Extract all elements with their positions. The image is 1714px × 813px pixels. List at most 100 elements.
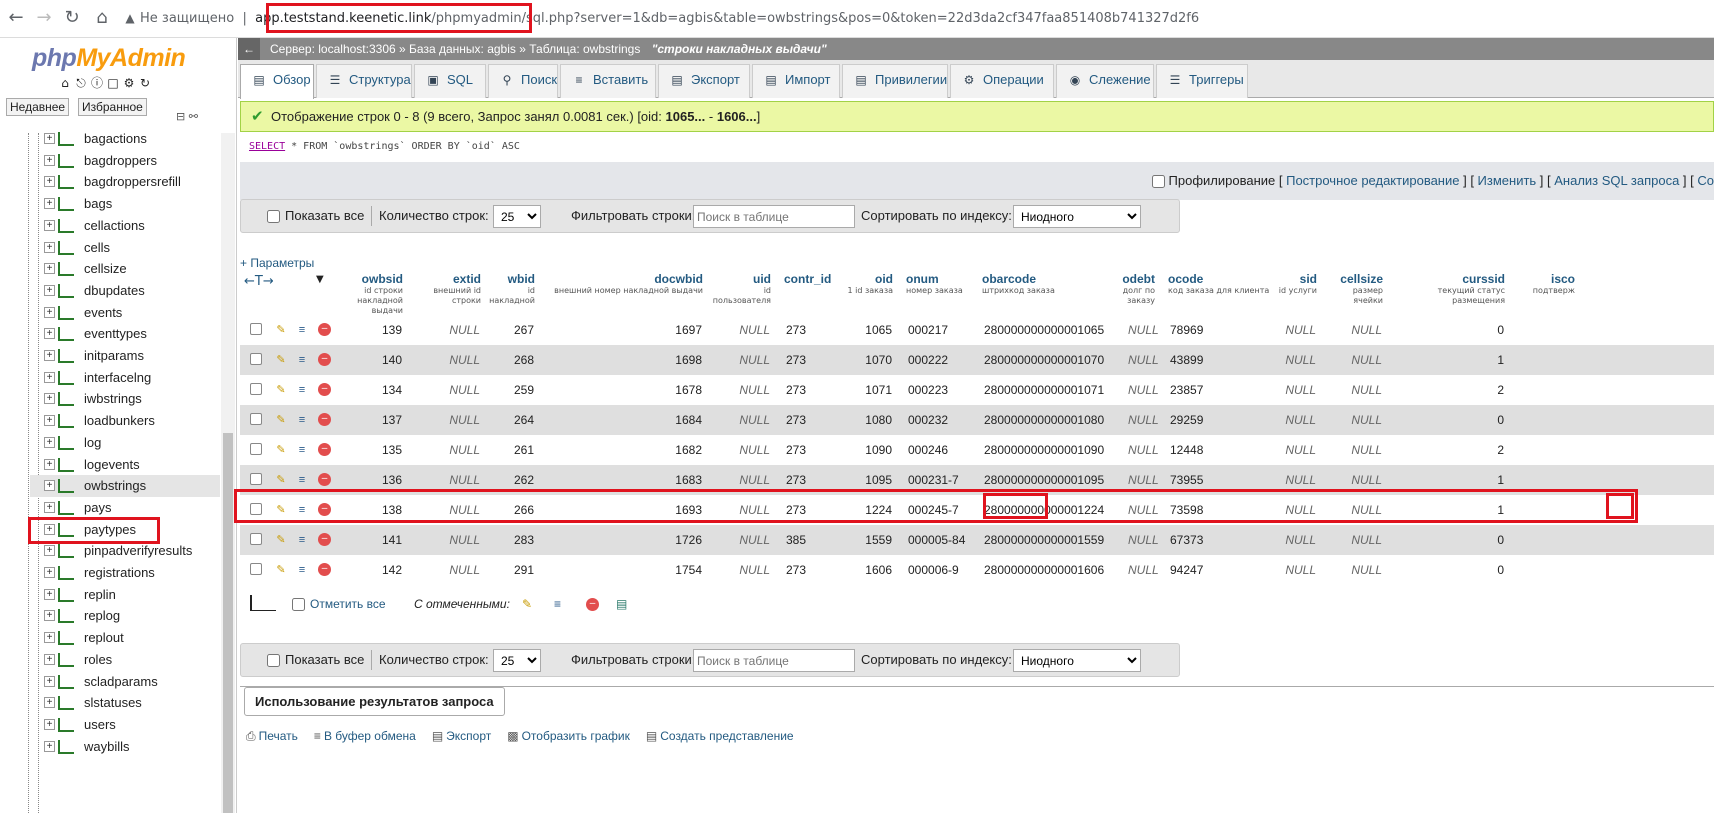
cell-docwbid[interactable]: 1697 bbox=[542, 315, 710, 345]
cell-oid[interactable]: 1070 bbox=[838, 345, 900, 375]
cell-odebt[interactable]: NULL bbox=[1120, 345, 1162, 375]
tree-item-logevents[interactable]: + logevents bbox=[30, 454, 220, 476]
cell-owbsid[interactable]: 138 bbox=[334, 495, 410, 525]
cell-ocode[interactable]: 23857 bbox=[1162, 375, 1274, 405]
collapse-nav-icon[interactable]: ← bbox=[238, 38, 260, 60]
row-checkbox[interactable] bbox=[250, 383, 262, 395]
analyze-link[interactable]: Анализ SQL запроса bbox=[1554, 173, 1679, 188]
cell-extid[interactable]: NULL bbox=[410, 555, 488, 585]
column-name[interactable]: wbid bbox=[508, 272, 535, 286]
tab-10[interactable]: ☰ Триггеры bbox=[1156, 64, 1248, 98]
check-all-label[interactable]: Отметить все bbox=[310, 597, 386, 611]
cell-onum[interactable]: 000006-9 bbox=[900, 555, 976, 585]
cell-docwbid[interactable]: 1683 bbox=[542, 465, 710, 495]
expand-icon[interactable]: + bbox=[44, 740, 55, 752]
expand-icon[interactable]: + bbox=[44, 632, 55, 644]
operation-3[interactable]: ▩ Отобразить график bbox=[507, 729, 638, 743]
cell-wbid[interactable]: 264 bbox=[488, 405, 542, 435]
operation-2[interactable]: ▤ Экспорт bbox=[432, 729, 499, 743]
operation-4[interactable]: ▤ Создать представление bbox=[646, 729, 802, 743]
export-icon[interactable]: ▤ bbox=[616, 597, 627, 611]
tree-item-dbupdates[interactable]: + dbupdates bbox=[30, 280, 220, 302]
recent-tab[interactable]: Недавнее bbox=[6, 98, 70, 116]
cell-wbid[interactable]: 262 bbox=[488, 465, 542, 495]
edit-icon[interactable]: ✎ bbox=[274, 353, 288, 367]
tab-0[interactable]: ▤ Обзор bbox=[240, 64, 314, 99]
cell-odebt[interactable]: NULL bbox=[1120, 405, 1162, 435]
tree-item-registrations[interactable]: + registrations bbox=[30, 562, 220, 584]
cell-cellsize[interactable]: NULL bbox=[1324, 435, 1390, 465]
cell-extid[interactable]: NULL bbox=[410, 315, 488, 345]
tree-item-initparams[interactable]: + initparams bbox=[30, 345, 220, 367]
cell-wbid[interactable]: 261 bbox=[488, 435, 542, 465]
reload-icon[interactable]: ↻ bbox=[60, 6, 84, 30]
cell-odebt[interactable]: NULL bbox=[1120, 495, 1162, 525]
column-name[interactable]: extid bbox=[453, 272, 481, 286]
cell-cellsize[interactable]: NULL bbox=[1324, 315, 1390, 345]
cell-docwbid[interactable]: 1726 bbox=[542, 525, 710, 555]
cell-odebt[interactable]: NULL bbox=[1120, 465, 1162, 495]
tab-9[interactable]: ◉ Слежение bbox=[1056, 64, 1154, 98]
tree-item-cellsize[interactable]: + cellsize bbox=[30, 258, 220, 280]
filter-input[interactable] bbox=[693, 649, 855, 672]
edit-icon[interactable]: ✎ bbox=[522, 597, 532, 611]
cell-obarcode[interactable]: 280000000000001065 bbox=[976, 315, 1120, 345]
tree-item-paytypes[interactable]: + paytypes bbox=[30, 519, 220, 541]
delete-icon[interactable]: – bbox=[318, 473, 331, 486]
delete-icon[interactable]: – bbox=[318, 503, 331, 516]
column-name[interactable]: onum bbox=[906, 272, 939, 286]
delete-icon[interactable]: – bbox=[318, 443, 331, 456]
edit-icon[interactable]: ✎ bbox=[274, 443, 288, 457]
cell-uid[interactable]: NULL bbox=[710, 345, 778, 375]
column-header-contr_id[interactable]: contr_id bbox=[778, 270, 838, 315]
expand-icon[interactable]: + bbox=[44, 350, 55, 361]
cell-obarcode[interactable]: 280000000000001070 bbox=[976, 345, 1120, 375]
cell-obarcode[interactable]: 280000000000001095 bbox=[976, 465, 1120, 495]
cell-onum[interactable]: 000005-84 bbox=[900, 525, 976, 555]
cell-contr_id[interactable]: 273 bbox=[778, 435, 838, 465]
cell-odebt[interactable]: NULL bbox=[1120, 435, 1162, 465]
scroll-thumb[interactable] bbox=[223, 433, 233, 813]
cell-uid[interactable]: NULL bbox=[710, 405, 778, 435]
column-header-docwbid[interactable]: docwbid внешний номер накладной выдачи bbox=[542, 270, 710, 315]
cell-ocode[interactable]: 67373 bbox=[1162, 525, 1274, 555]
show-all-checkbox[interactable] bbox=[267, 654, 280, 667]
expand-icon[interactable]: + bbox=[44, 415, 55, 427]
crumb-table[interactable]: Таблица: owbstrings bbox=[529, 42, 640, 56]
expand-icon[interactable]: + bbox=[44, 697, 55, 709]
cell-docwbid[interactable]: 1678 bbox=[542, 375, 710, 405]
cell-onum[interactable]: 000222 bbox=[900, 345, 976, 375]
column-header-uid[interactable]: uid id пользователя bbox=[710, 270, 778, 315]
cell-wbid[interactable]: 267 bbox=[488, 315, 542, 345]
cell-ocode[interactable]: 43899 bbox=[1162, 345, 1274, 375]
edit-icon[interactable]: ✎ bbox=[274, 473, 288, 487]
edit-icon[interactable]: ✎ bbox=[274, 413, 288, 427]
cell-odebt[interactable]: NULL bbox=[1120, 375, 1162, 405]
expand-icon[interactable]: + bbox=[44, 328, 55, 340]
expand-icon[interactable]: + bbox=[44, 371, 55, 383]
cell-ocode[interactable]: 78969 bbox=[1162, 315, 1274, 345]
copy-icon[interactable]: ≡ bbox=[295, 533, 309, 547]
cell-oid[interactable]: 1606 bbox=[838, 555, 900, 585]
expand-icon[interactable]: + bbox=[44, 458, 55, 470]
cell-contr_id[interactable]: 273 bbox=[778, 315, 838, 345]
rows-select[interactable]: 25 bbox=[493, 649, 541, 672]
cell-owbsid[interactable]: 134 bbox=[334, 375, 410, 405]
cell-wbid[interactable]: 266 bbox=[488, 495, 542, 525]
cell-onum[interactable]: 000245-7 bbox=[900, 495, 976, 525]
operation-1[interactable]: ≡ В буфер обмена bbox=[314, 729, 424, 743]
cell-contr_id[interactable]: 273 bbox=[778, 405, 838, 435]
edit-icon[interactable]: ✎ bbox=[274, 563, 288, 577]
cell-extid[interactable]: NULL bbox=[410, 345, 488, 375]
column-name[interactable]: contr_id bbox=[784, 272, 831, 286]
cell-curssid[interactable]: 1 bbox=[1390, 495, 1512, 525]
tree-item-slstatuses[interactable]: + slstatuses bbox=[30, 692, 220, 714]
expand-icon[interactable]: + bbox=[44, 241, 55, 253]
row-checkbox[interactable] bbox=[250, 353, 262, 365]
cell-extid[interactable]: NULL bbox=[410, 435, 488, 465]
cell-curssid[interactable]: 2 bbox=[1390, 435, 1512, 465]
cell-uid[interactable]: NULL bbox=[710, 465, 778, 495]
column-header-cellsize[interactable]: cellsize размер ячейки bbox=[1324, 270, 1390, 315]
profiling-checkbox[interactable] bbox=[1151, 175, 1165, 189]
tab-3[interactable]: ⚲ Поиск bbox=[488, 64, 558, 98]
